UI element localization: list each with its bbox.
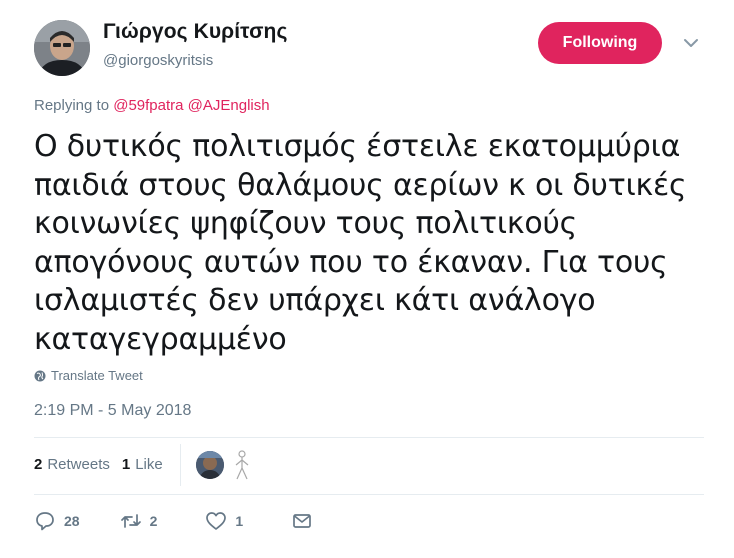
likes-count[interactable]: 1 — [122, 456, 130, 473]
retweet-icon[interactable] — [120, 510, 142, 532]
liker-avatar-figure[interactable] — [232, 449, 252, 481]
message-icon[interactable] — [291, 510, 313, 532]
following-button[interactable]: Following — [538, 22, 662, 64]
likes-label[interactable]: Like — [135, 456, 163, 473]
retweet-action[interactable]: 2 — [120, 510, 158, 532]
retweet-count: 2 — [149, 513, 158, 529]
tweet-timestamp[interactable]: 2:19 PM - 5 May 2018 — [34, 402, 191, 420]
like-count: 1 — [235, 513, 244, 529]
tweet-actions: 28 2 1 — [34, 510, 313, 532]
reply-icon[interactable] — [34, 510, 56, 532]
author-handle[interactable]: @giorgoskyritsis — [103, 52, 213, 69]
like-action[interactable]: 1 — [205, 510, 243, 532]
translate-tweet-link[interactable]: Translate Tweet — [34, 368, 143, 383]
mention-link[interactable]: @59fpatra — [113, 97, 183, 114]
liker-avatar[interactable] — [196, 451, 224, 479]
message-action[interactable] — [291, 510, 313, 532]
retweets-count[interactable]: 2 — [34, 456, 42, 473]
reply-action[interactable]: 28 — [34, 510, 80, 532]
author-name[interactable]: Γιώργος Κυρίτσης — [103, 20, 288, 44]
reply-count: 28 — [64, 513, 80, 529]
divider — [34, 494, 704, 495]
mention-link[interactable]: @AJEnglish — [188, 97, 270, 114]
caret-down-icon[interactable] — [682, 34, 700, 52]
translate-label[interactable]: Translate Tweet — [51, 368, 143, 383]
tweet-text: Ο δυτικός πολιτισμός έστειλε εκατομμύρια… — [34, 129, 687, 357]
globe-icon — [34, 370, 46, 381]
tweet-stats: 2 Retweets 1 Like — [34, 456, 163, 473]
divider — [34, 437, 704, 438]
author-avatar[interactable] — [34, 20, 90, 76]
heart-icon[interactable] — [205, 510, 227, 532]
replying-prefix: Replying to — [34, 97, 110, 114]
replying-to: Replying to @59fpatra @AJEnglish — [34, 97, 270, 114]
retweets-label[interactable]: Retweets — [47, 456, 110, 473]
stats-separator — [180, 444, 181, 486]
